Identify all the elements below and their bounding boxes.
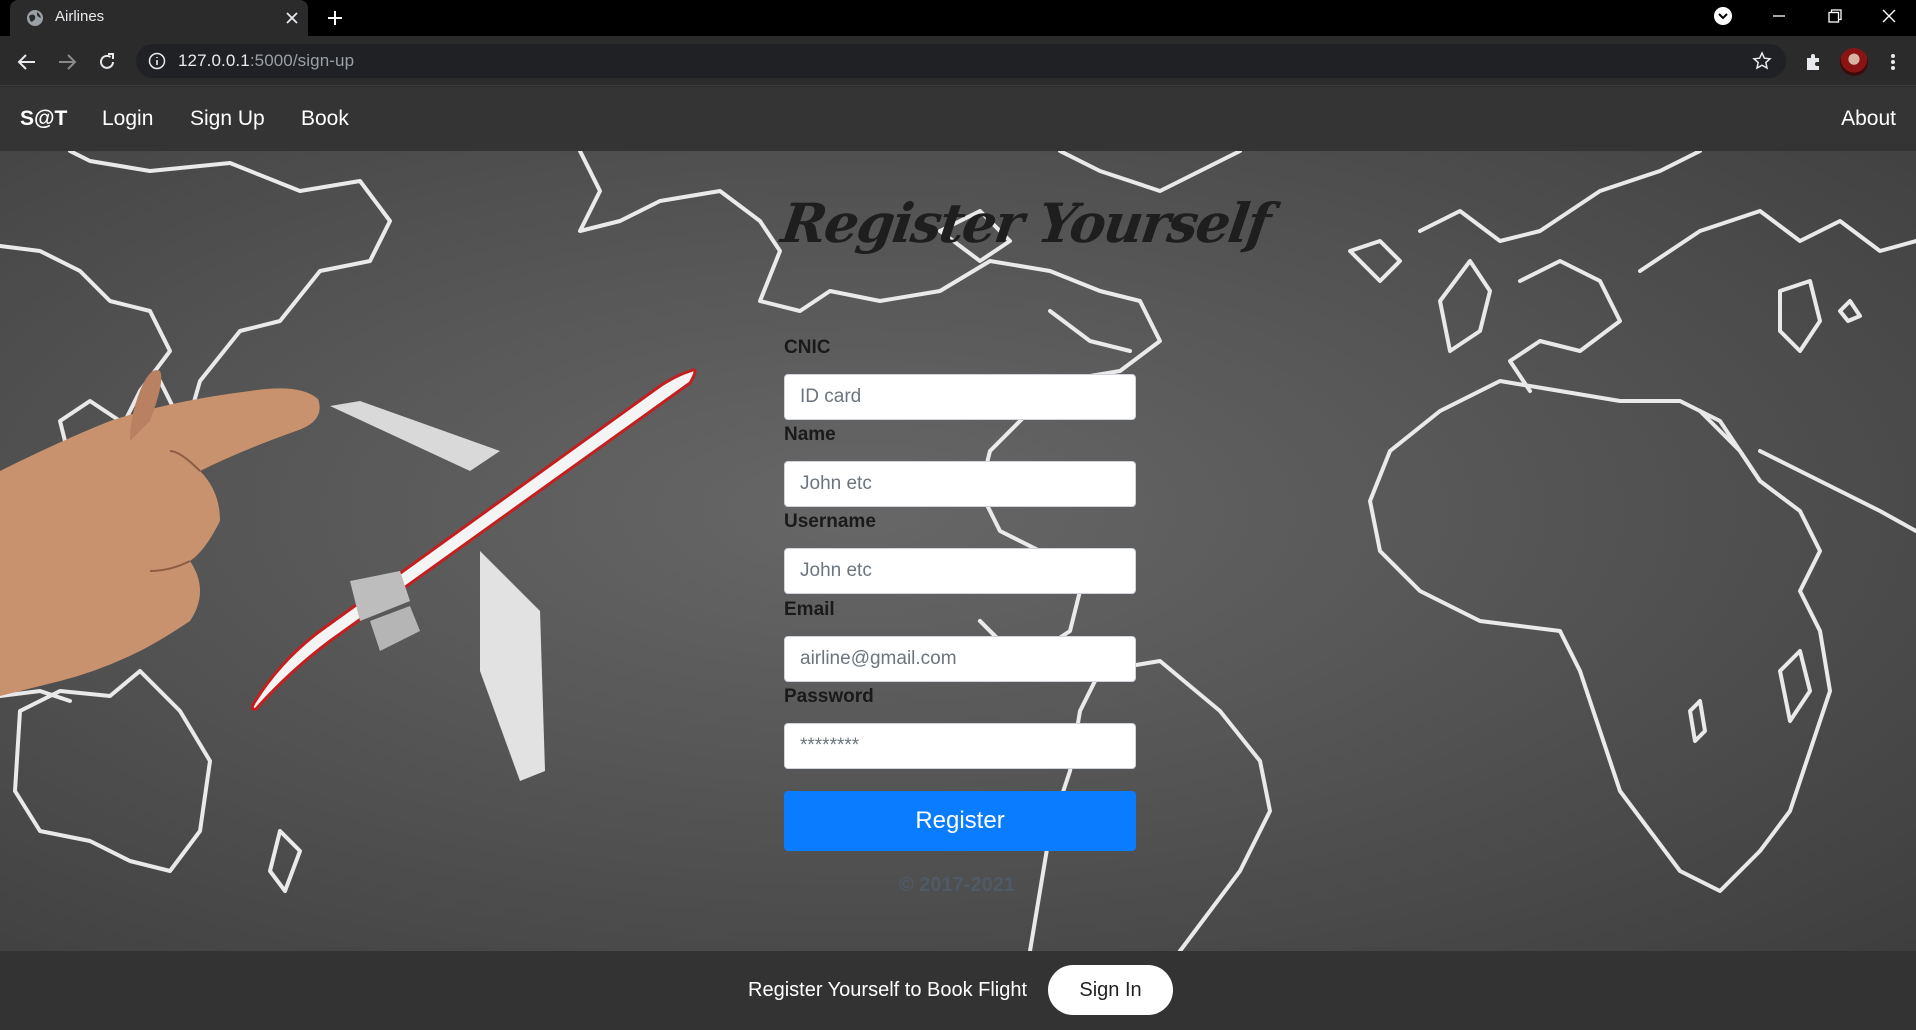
reload-icon[interactable] [94,49,120,75]
browser-menu-icon[interactable] [1880,49,1906,75]
restore-icon[interactable] [1808,0,1862,32]
nav-about-link[interactable]: About [1841,107,1896,131]
browser-tab[interactable]: Airlines [10,0,308,36]
nav-book-link[interactable]: Book [301,107,349,131]
nav-login-link[interactable]: Login [102,107,153,131]
globe-icon [27,10,43,26]
address-bar[interactable]: 127.0.0.1:5000/sign-up [136,44,1786,78]
new-tab-icon[interactable] [322,5,348,31]
brand-logo[interactable]: S@T [20,107,67,131]
username-label: Username [784,511,876,532]
signin-button[interactable]: Sign In [1048,965,1173,1015]
bookmark-star-icon[interactable] [1752,51,1772,71]
close-window-icon[interactable] [1862,0,1916,32]
browser-toolbar: 127.0.0.1:5000/sign-up [0,36,1916,86]
email-input[interactable] [784,636,1136,682]
close-tab-icon[interactable] [280,6,304,30]
airplane-image [250,368,697,781]
cnic-label: CNIC [784,337,831,358]
forward-arrow-icon[interactable] [54,49,80,75]
footer-bar: Register Yourself to Book Flight Sign In [0,951,1916,1030]
name-label: Name [784,424,836,445]
register-button[interactable]: Register [784,791,1136,851]
tab-search-icon[interactable] [1696,0,1750,32]
tab-title: Airlines [55,8,105,25]
password-label: Password [784,686,874,707]
nav-signup-link[interactable]: Sign Up [190,107,265,131]
copyright-text: © 2017-2021 [899,874,1015,896]
footer-text: Register Yourself to Book Flight [748,979,1028,1001]
register-title: Register Yourself [777,191,1274,255]
extensions-puzzle-icon[interactable] [1800,49,1826,75]
password-input[interactable] [784,723,1136,769]
site-navbar: S@T Login Sign Up Book About [0,87,1916,151]
url-text: 127.0.0.1:5000/sign-up [178,51,355,70]
hero-section: Register Yourself CNIC Name Username Ema… [0,151,1916,951]
profile-avatar[interactable] [1840,48,1868,76]
cnic-input[interactable] [784,374,1136,420]
name-input[interactable] [784,461,1136,507]
back-arrow-icon[interactable] [14,49,40,75]
minimize-icon[interactable] [1752,0,1806,32]
email-label: Email [784,599,835,620]
pointing-hand [0,370,320,696]
info-icon[interactable] [148,52,166,70]
username-input[interactable] [784,548,1136,594]
browser-tabbar: Airlines [0,0,1916,36]
